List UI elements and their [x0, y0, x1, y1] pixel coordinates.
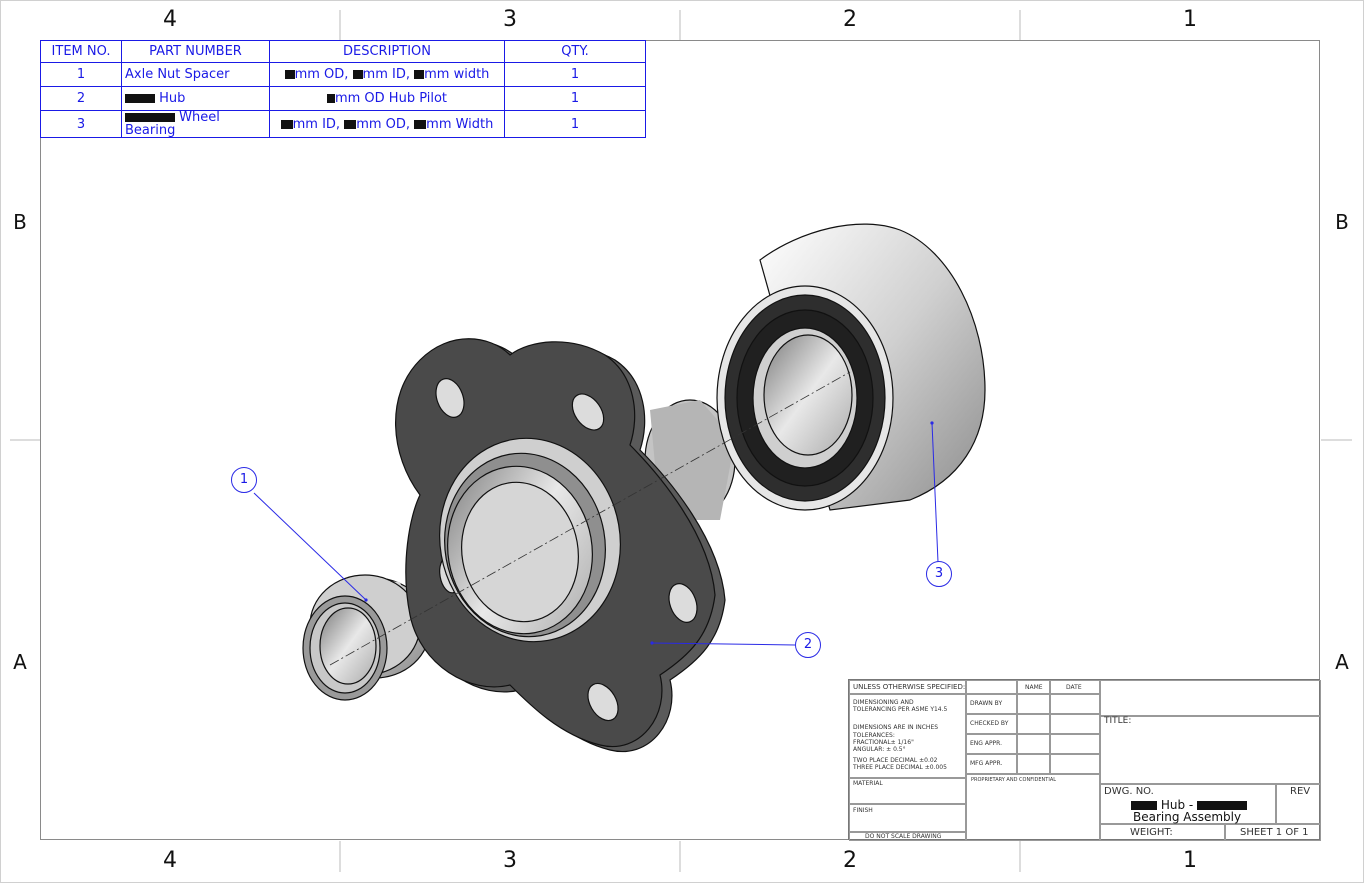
tb-dwg-no-label: DWG. NO. — [1104, 786, 1154, 797]
tb-checked-by: CHECKED BY — [970, 720, 1009, 727]
tb-dim2: TOLERANCING PER ASME Y14.5 — [853, 706, 948, 713]
tb-eng-appr: ENG APPR. — [970, 740, 1003, 747]
tb-fractional: FRACTIONAL± 1/16" — [853, 739, 914, 746]
balloon-item-1: 1 — [231, 467, 257, 493]
tb-finish: FINISH — [853, 807, 873, 814]
tb-date-header: DATE — [1066, 684, 1082, 691]
balloon-item-2: 2 — [795, 632, 821, 658]
title-block: UNLESS OTHERWISE SPECIFIED: NAME DATE DI… — [848, 679, 1321, 841]
balloon-item-3: 3 — [926, 561, 952, 587]
tb-drawn-by: DRAWN BY — [970, 700, 1003, 707]
tb-dwg-title: Bearing Assembly — [1133, 810, 1242, 824]
tb-angular: ANGULAR: ± 0.5° — [853, 746, 906, 753]
tb-name-header: NAME — [1025, 684, 1043, 691]
tb-rev-label: REV — [1290, 786, 1311, 797]
tb-weight: WEIGHT: — [1130, 827, 1173, 838]
tb-material: MATERIAL — [853, 780, 883, 787]
tb-do-not-scale: DO NOT SCALE DRAWING — [865, 833, 942, 840]
tb-title-label: TITLE: — [1104, 716, 1132, 726]
tb-sheet: SHEET 1 OF 1 — [1240, 827, 1309, 838]
tb-dim1: DIMENSIONING AND — [853, 699, 914, 706]
tb-mfg-appr: MFG APPR. — [970, 760, 1003, 767]
tb-tolerances: TOLERANCES: — [853, 732, 895, 739]
tb-unless-specified: UNLESS OTHERWISE SPECIFIED: — [853, 683, 966, 691]
tb-three-place: THREE PLACE DECIMAL ±0.005 — [853, 764, 947, 771]
wheel-bearing — [716, 223, 986, 511]
tb-two-place: TWO PLACE DECIMAL ±0.02 — [853, 757, 938, 764]
redaction — [1197, 801, 1248, 810]
redaction — [1131, 801, 1157, 810]
hub — [395, 338, 736, 753]
tb-proprietary: PROPRIETARY AND CONFIDENTIAL — [971, 777, 1057, 783]
tb-dim3: DIMENSIONS ARE IN INCHES — [853, 724, 939, 731]
